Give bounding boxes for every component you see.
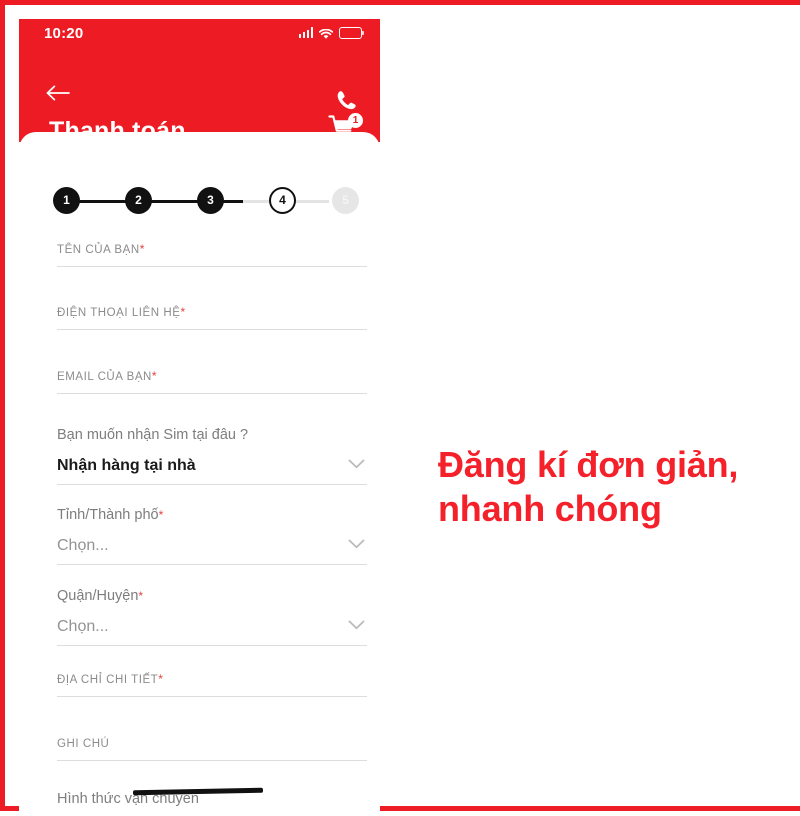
field-dia-chi-chi-tiet[interactable]: ĐỊA CHỈ CHI TIẾT* bbox=[57, 670, 367, 697]
field-underline bbox=[57, 484, 367, 485]
phone-call-icon[interactable] bbox=[335, 89, 358, 112]
status-bar-icons bbox=[298, 27, 365, 40]
field-underline bbox=[57, 645, 367, 646]
field-ghi-chu[interactable]: GHI CHÚ bbox=[57, 734, 367, 761]
field-underline bbox=[57, 393, 367, 394]
promo-caption-line-2: nhanh chóng bbox=[438, 487, 662, 529]
status-bar: 10:20 bbox=[19, 19, 380, 53]
required-marker: * bbox=[180, 305, 186, 319]
stepper-step-2[interactable]: 2 bbox=[125, 187, 152, 214]
outer-red-frame: 10:20 Thanh toán 1 1 2 3 4 5 TÊN CỦA BẠN… bbox=[0, 0, 800, 816]
field-underline bbox=[57, 564, 367, 565]
field-label: EMAIL CỦA BẠN bbox=[57, 371, 152, 383]
back-arrow-icon[interactable] bbox=[46, 82, 72, 104]
chevron-down-icon[interactable] bbox=[348, 456, 365, 469]
required-marker: * bbox=[138, 589, 144, 603]
promo-caption: Đăng kí đơn giản, nhanh chóng bbox=[438, 443, 778, 531]
field-email-cua-ban[interactable]: EMAIL CỦA BẠN* bbox=[57, 367, 367, 394]
required-marker: * bbox=[151, 369, 157, 383]
field-underline bbox=[57, 760, 367, 761]
required-marker: * bbox=[139, 242, 145, 256]
promo-caption-line-1: Đăng kí đơn giản, bbox=[438, 444, 739, 485]
signal-bars-icon bbox=[298, 27, 313, 39]
field-underline bbox=[57, 329, 367, 330]
stepper-step-5[interactable]: 5 bbox=[332, 187, 359, 214]
field-tinh-thanh-pho[interactable]: Tỉnh/Thành phố* Chọn... bbox=[57, 506, 367, 565]
required-marker: * bbox=[158, 508, 164, 522]
required-marker: * bbox=[158, 672, 163, 686]
stepper-step-3[interactable]: 3 bbox=[197, 187, 224, 214]
chevron-down-icon[interactable] bbox=[348, 536, 365, 549]
app-header: 10:20 Thanh toán 1 bbox=[19, 19, 380, 145]
field-label: Tỉnh/Thành phố bbox=[57, 507, 159, 523]
field-label: TÊN CỦA BẠN bbox=[57, 244, 140, 256]
field-noi-nhan-sim[interactable]: Bạn muốn nhận Sim tại đâu ? Nhận hàng tạ… bbox=[57, 426, 367, 485]
stepper-step-1[interactable]: 1 bbox=[53, 187, 80, 214]
field-placeholder: Chọn... bbox=[57, 618, 109, 635]
field-dien-thoai-lien-he[interactable]: ĐIỆN THOẠI LIÊN HỆ* bbox=[57, 303, 367, 330]
field-placeholder: Chọn... bbox=[57, 537, 109, 554]
stepper-line-1-2 bbox=[73, 200, 129, 203]
cart-badge: 1 bbox=[348, 113, 363, 128]
field-quan-huyen[interactable]: Quận/Huyện* Chọn... bbox=[57, 587, 367, 646]
chevron-down-icon[interactable] bbox=[348, 617, 365, 630]
field-value: Nhận hàng tại nhà bbox=[57, 457, 196, 474]
content-sheet: 1 2 3 4 5 TÊN CỦA BẠN* ĐIỆN THOẠI LIÊN H… bbox=[19, 132, 380, 816]
battery-icon bbox=[339, 27, 365, 39]
checkout-stepper: 1 2 3 4 5 bbox=[53, 187, 359, 215]
phone-mockup: 10:20 Thanh toán 1 1 2 3 4 5 TÊN CỦA BẠN… bbox=[19, 19, 380, 816]
field-label: ĐỊA CHỈ CHI TIẾT bbox=[57, 674, 159, 686]
status-bar-clock: 10:20 bbox=[44, 25, 84, 42]
field-label: Bạn muốn nhận Sim tại đâu ? bbox=[57, 427, 249, 443]
field-underline bbox=[57, 696, 367, 697]
field-label: ĐIỆN THOẠI LIÊN HỆ bbox=[57, 307, 181, 319]
stepper-step-4[interactable]: 4 bbox=[269, 187, 296, 214]
field-underline bbox=[57, 266, 367, 267]
field-label: Quận/Huyện bbox=[57, 588, 139, 604]
wifi-icon bbox=[318, 27, 334, 40]
field-label: GHI CHÚ bbox=[57, 738, 110, 750]
field-ten-cua-ban[interactable]: TÊN CỦA BẠN* bbox=[57, 240, 367, 267]
